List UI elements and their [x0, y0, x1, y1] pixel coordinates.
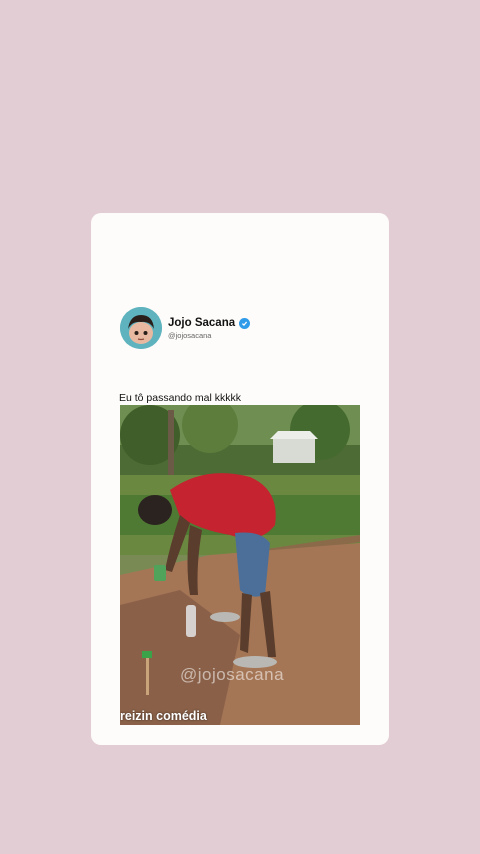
- verified-badge-icon: [239, 317, 251, 329]
- tweet-card: Jojo Sacana @jojosacana Eu tô passando m…: [91, 213, 389, 745]
- user-handle[interactable]: @jojosacana: [168, 331, 211, 340]
- video-caption: reizin comédia: [120, 709, 207, 723]
- post-video[interactable]: @jojosacana reizin comédia: [120, 405, 360, 725]
- display-name[interactable]: Jojo Sacana: [168, 317, 235, 329]
- video-watermark: @jojosacana: [180, 665, 285, 684]
- avatar[interactable]: [120, 307, 162, 349]
- post-text: Eu tô passando mal kkkkk: [119, 392, 241, 404]
